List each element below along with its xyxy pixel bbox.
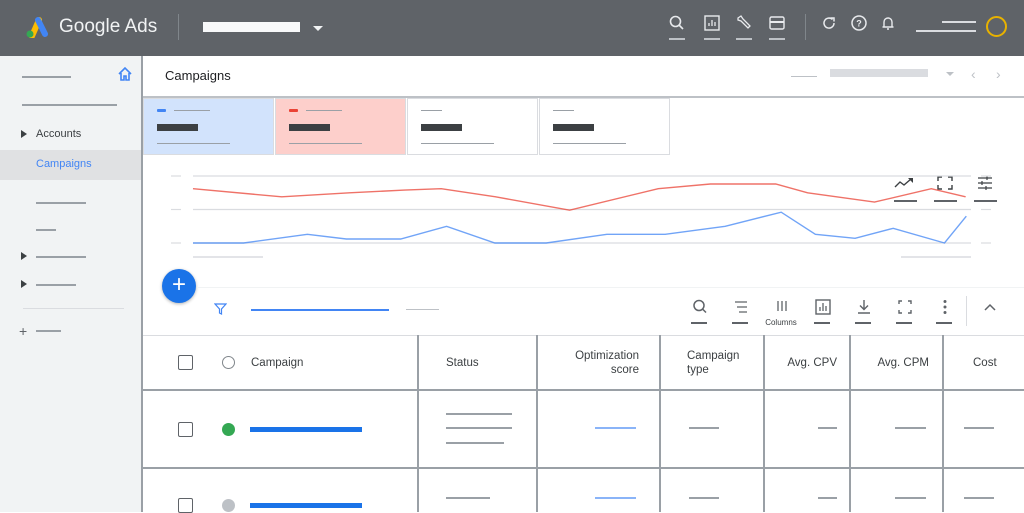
expand-button[interactable] bbox=[894, 298, 916, 328]
svg-text:?: ? bbox=[856, 19, 862, 29]
main-content: Campaigns ‹ › + bbox=[143, 56, 1024, 512]
table-search-button[interactable] bbox=[689, 298, 711, 328]
metric-card[interactable] bbox=[539, 98, 670, 155]
page-title: Campaigns bbox=[165, 68, 231, 83]
home-icon[interactable] bbox=[117, 66, 133, 82]
column-header-campaign[interactable]: Campaign bbox=[251, 356, 303, 370]
columns-button[interactable]: Columns bbox=[771, 298, 793, 328]
divider bbox=[198, 287, 1024, 288]
metric-card[interactable] bbox=[407, 98, 538, 155]
metric-card[interactable] bbox=[275, 98, 406, 155]
sidebar-item[interactable] bbox=[36, 229, 56, 231]
table-border bbox=[143, 389, 1024, 391]
add-filter-link[interactable] bbox=[406, 309, 439, 310]
reports-icon bbox=[703, 14, 721, 32]
reports-icon bbox=[814, 298, 832, 316]
series-line-metric-2 bbox=[193, 212, 966, 243]
search-icon bbox=[668, 14, 686, 32]
collapse-icon bbox=[981, 298, 999, 316]
chevron-right-icon[interactable]: › bbox=[996, 66, 1001, 82]
download-icon bbox=[855, 298, 873, 316]
status-paused-icon bbox=[222, 499, 235, 512]
add-icon[interactable]: + bbox=[19, 324, 27, 338]
billing-icon bbox=[768, 14, 786, 32]
search-icon bbox=[691, 298, 709, 316]
expand-arrow-icon[interactable] bbox=[21, 252, 27, 260]
filter-chip[interactable] bbox=[251, 309, 389, 311]
select-all-checkbox[interactable] bbox=[178, 355, 193, 370]
refresh-button[interactable] bbox=[820, 14, 840, 42]
campaign-name-link[interactable] bbox=[250, 503, 362, 508]
more-icon bbox=[936, 298, 954, 316]
divider bbox=[23, 308, 124, 309]
column-header-avg-cpm[interactable]: Avg. CPM bbox=[861, 356, 929, 370]
date-range-label bbox=[791, 76, 817, 77]
divider bbox=[966, 296, 967, 326]
user-info[interactable] bbox=[916, 18, 976, 32]
collapse-button[interactable] bbox=[979, 298, 1001, 328]
row-checkbox[interactable] bbox=[178, 422, 193, 437]
columns-icon bbox=[773, 298, 791, 316]
sidebar-item-campaigns[interactable]: Campaigns bbox=[0, 150, 141, 180]
chevron-left-icon[interactable]: ‹ bbox=[971, 66, 976, 82]
expand-arrow-icon[interactable] bbox=[21, 280, 27, 288]
status-enabled-icon bbox=[222, 423, 235, 436]
sidebar: Accounts Campaigns + bbox=[0, 56, 143, 512]
column-header-optimization-score[interactable]: Optimization score bbox=[543, 349, 639, 377]
sidebar-item[interactable] bbox=[36, 330, 61, 332]
row-checkbox[interactable] bbox=[178, 498, 193, 513]
filter-icon[interactable] bbox=[214, 302, 227, 315]
caret-down-icon[interactable] bbox=[946, 72, 954, 76]
tools-button[interactable] bbox=[735, 14, 755, 42]
table-border bbox=[143, 467, 1024, 469]
optimization-score-value[interactable] bbox=[595, 427, 636, 429]
divider bbox=[178, 14, 179, 40]
series-color-swatch bbox=[157, 109, 166, 112]
divider bbox=[805, 14, 806, 40]
help-icon: ? bbox=[850, 14, 868, 32]
avatar[interactable] bbox=[986, 16, 1007, 37]
date-range-selector[interactable] bbox=[830, 69, 928, 77]
download-button[interactable] bbox=[853, 298, 875, 328]
column-header-avg-cpv[interactable]: Avg. CPV bbox=[773, 356, 837, 370]
help-button[interactable]: ? bbox=[850, 14, 870, 42]
sidebar-item[interactable] bbox=[0, 246, 141, 266]
google-ads-logo-icon bbox=[24, 16, 50, 38]
search-button[interactable] bbox=[668, 14, 688, 42]
column-header-campaign-type[interactable]: Campaign type bbox=[687, 349, 739, 377]
reports-button[interactable] bbox=[812, 298, 834, 328]
notifications-icon bbox=[879, 14, 897, 32]
more-options-button[interactable] bbox=[934, 298, 956, 328]
sidebar-item[interactable] bbox=[36, 202, 86, 204]
caret-down-icon[interactable] bbox=[313, 26, 323, 31]
tools-icon bbox=[735, 14, 753, 32]
table-border bbox=[143, 335, 1024, 336]
performance-chart bbox=[143, 166, 1024, 276]
billing-button[interactable] bbox=[768, 14, 788, 42]
campaigns-table: Campaign Status Optimization score Campa… bbox=[143, 335, 1024, 512]
expand-arrow-icon[interactable] bbox=[21, 130, 27, 138]
series-line-metric-1 bbox=[193, 184, 966, 210]
segment-icon bbox=[732, 298, 750, 316]
sidebar-item-accounts[interactable]: Accounts bbox=[0, 120, 141, 150]
metric-card[interactable] bbox=[143, 98, 274, 155]
fullscreen-icon bbox=[896, 298, 914, 316]
brand-name: Google Ads bbox=[59, 16, 157, 38]
series-color-swatch bbox=[289, 109, 298, 112]
top-bar: Google Ads ? bbox=[0, 0, 1024, 56]
optimization-score-value[interactable] bbox=[595, 497, 636, 499]
sidebar-item[interactable] bbox=[0, 274, 141, 294]
add-campaign-button[interactable]: + bbox=[162, 269, 196, 303]
notifications-button[interactable] bbox=[879, 14, 899, 42]
sidebar-placeholder bbox=[22, 104, 117, 106]
reports-button[interactable] bbox=[703, 14, 723, 42]
segment-button[interactable] bbox=[730, 298, 752, 328]
column-header-cost[interactable]: Cost bbox=[973, 356, 997, 370]
column-header-status[interactable]: Status bbox=[446, 356, 479, 370]
campaign-name-link[interactable] bbox=[250, 427, 362, 432]
account-name[interactable] bbox=[203, 22, 300, 32]
sidebar-placeholder bbox=[22, 76, 71, 78]
status-filter-radio[interactable] bbox=[222, 356, 235, 369]
refresh-icon bbox=[820, 14, 838, 32]
